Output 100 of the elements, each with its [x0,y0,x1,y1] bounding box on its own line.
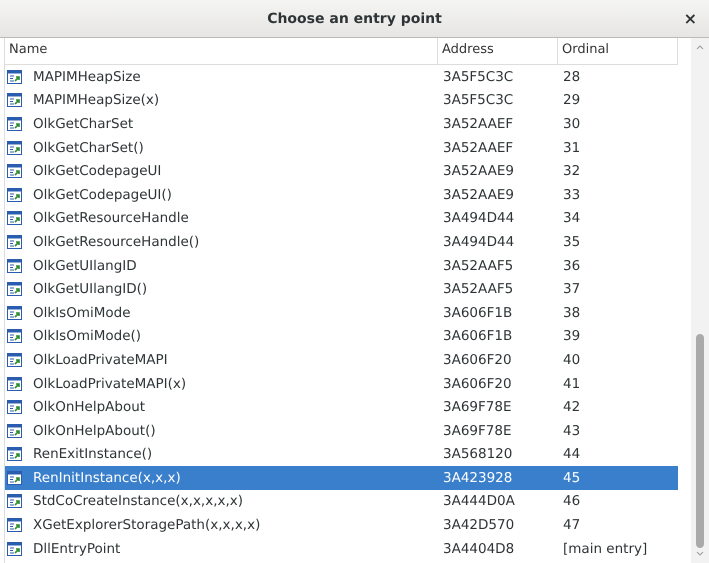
table-row[interactable]: OlkGetCharSet 3A52AAEF 30 [5,112,678,136]
function-icon [7,116,23,132]
address-cell-text: 3A568120 [442,446,514,462]
ordinal-cell-text: 43 [562,422,582,439]
table-row[interactable]: OlkLoadPrivateMAPI 3A606F20 40 [5,348,678,372]
close-button[interactable]: × [682,9,699,28]
ordinal-cell-text: 29 [562,92,582,108]
table-row[interactable]: OlkOnHelpAbout 3A69F78E 42 [5,395,678,419]
function-name: OlkGetCodepageUI [32,163,162,180]
ordinal-cell-text: 39 [562,328,582,344]
ordinal-cell-text: 32 [562,163,582,180]
ordinal-cell-text: 40 [562,352,582,368]
function-icon [7,470,23,486]
address-cell-text: 3A444D0A [442,493,516,510]
ordinal-cell-text: [main entry] [562,540,648,557]
function-name: OlkGetCharSet() [32,140,144,156]
function-name: DllEntryPoint [32,540,120,557]
function-icon [7,493,23,510]
function-icon [7,210,23,226]
window-title: Choose an entry point [267,10,442,26]
function-icon [7,163,23,180]
address-cell-text: 3A52AAEF [442,140,514,156]
function-icon [7,234,23,250]
function-name: OlkGetCodepageUI() [32,186,172,203]
table-row[interactable]: MAPIMHeapSize 3A5F5C3C 28 [5,65,678,89]
ordinal-cell-text: 45 [562,470,582,486]
table-row[interactable]: OlkLoadPrivateMAPI(x) 3A606F20 41 [5,372,678,396]
address-cell-text: 3A606F1B [442,304,514,321]
function-name: OlkGetUIlangID [32,258,137,274]
function-name: StdCoCreateInstance(x,x,x,x,x) [32,493,244,510]
ordinal-cell-text: 33 [562,186,582,203]
table-row[interactable]: MAPIMHeapSize(x) 3A5F5C3C 29 [5,88,678,112]
table-row[interactable]: DllEntryPoint 3A4404D8 [main entry] [5,536,678,560]
table-row[interactable]: OlkGetCodepageUI() 3A52AAE9 33 [5,182,678,207]
function-name: OlkIsOmiMode() [32,328,142,344]
function-icon [7,68,23,85]
address-cell-text: 3A5F5C3C [442,68,514,85]
ordinal-cell-text: 28 [562,68,582,85]
ordinal-cell-text: 36 [562,258,582,274]
address-cell-text: 3A5F5C3C [442,92,514,108]
function-icon [7,186,23,203]
address-cell-text: 3A42D570 [442,517,516,534]
function-name: RenExitInstance() [32,446,152,462]
function-icon [7,399,23,416]
function-name: OlkOnHelpAbout() [32,422,156,439]
address-cell-text: 3A69F78E [442,422,512,439]
function-icon [7,328,23,344]
address-cell-text: 3A606F20 [442,376,513,392]
table-row[interactable]: OlkGetUIlangID() 3A52AAF5 37 [5,277,678,301]
function-icon [7,517,23,534]
function-icon [7,422,23,439]
table-row[interactable]: OlkGetCodepageUI 3A52AAE9 32 [5,159,678,183]
column-header[interactable]: Name [5,38,438,64]
address-cell-text: 3A52AAE9 [442,163,515,180]
ordinal-cell-text: 34 [562,210,582,226]
ordinal-cell-text: 30 [562,116,582,132]
function-name: OlkGetUIlangID() [32,281,148,298]
address-cell-text: 3A606F20 [442,352,513,368]
table-row[interactable]: OlkIsOmiMode 3A606F1B 38 [5,300,678,325]
table-row[interactable]: OlkGetResourceHandle() 3A494D44 35 [5,230,678,254]
function-name: OlkOnHelpAbout [32,399,146,416]
function-name: MAPIMHeapSize [32,68,141,85]
table-row[interactable]: XGetExplorerStoragePath(x,x,x,x) 3A42D570 47 [5,513,678,537]
ordinal-cell-text: 47 [562,517,582,534]
ordinal-cell-text: 41 [562,376,582,392]
function-icon [7,376,23,392]
function-icon [7,446,23,462]
ordinal-cell-text: 38 [562,304,582,321]
function-icon [7,140,23,156]
function-name: OlkGetResourceHandle() [32,234,200,250]
table-row[interactable]: OlkGetUIlangID 3A52AAF5 36 [5,254,678,278]
function-icon [7,540,23,557]
ordinal-cell-text: 44 [562,446,582,462]
function-icon [7,258,23,274]
address-cell-text: 3A494D44 [442,234,516,250]
function-name: MAPIMHeapSize(x) [32,92,160,108]
address-cell-text: 3A52AAF5 [442,281,514,298]
ordinal-cell-text: 42 [562,399,582,416]
ordinal-cell-text: 46 [562,493,582,510]
table-row[interactable]: OlkIsOmiMode() 3A606F1B 39 [5,324,678,348]
table-row[interactable]: OlkOnHelpAbout() 3A69F78E 43 [5,418,678,442]
column-header[interactable]: Address [438,38,558,64]
address-cell-text: 3A69F78E [442,399,512,416]
table-row[interactable]: RenExitInstance() 3A568120 44 [5,442,678,466]
table-row[interactable]: RenInitInstance(x,x,x) 3A423928 45 [5,466,678,490]
address-cell-text: 3A4404D8 [442,540,516,557]
function-name: RenInitInstance(x,x,x) [32,470,181,486]
table-row[interactable]: OlkGetCharSet() 3A52AAEF 31 [5,136,678,160]
function-name: OlkGetCharSet [32,116,134,132]
address-cell-text: 3A423928 [442,470,514,486]
address-cell-text: 3A606F1B [442,328,514,344]
address-cell-text: 3A52AAF5 [442,258,514,274]
table-row[interactable]: StdCoCreateInstance(x,x,x,x,x) 3A444D0A 46 [5,490,678,514]
column-header[interactable]: Ordinal [558,38,678,64]
function-name: XGetExplorerStoragePath(x,x,x,x) [32,517,260,534]
table-row[interactable]: OlkGetResourceHandle 3A494D44 34 [5,206,678,230]
function-name: OlkIsOmiMode [32,304,131,321]
function-icon [7,352,23,368]
address-cell-text: 3A494D44 [442,210,516,226]
function-icon [7,304,23,321]
